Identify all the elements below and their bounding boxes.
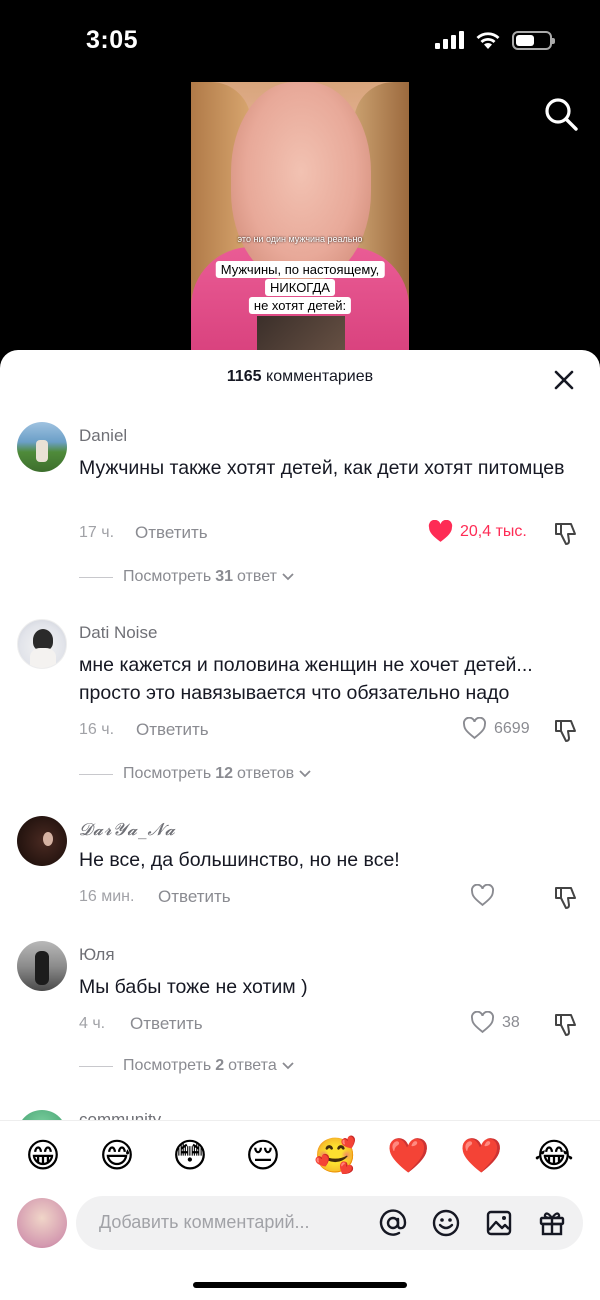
- like-count: 38: [502, 1013, 520, 1031]
- comment-composer: 😁 😅 😳 😔 🥰 ❤️ ❤️ 😂 Добавить комментарий..…: [0, 1120, 600, 1300]
- gift-icon[interactable]: [537, 1208, 567, 1238]
- heart-icon: [463, 717, 486, 740]
- emoji-button[interactable]: ❤️: [387, 1135, 429, 1177]
- dislike-icon[interactable]: [552, 883, 580, 911]
- heart-icon: [471, 884, 494, 907]
- comments-sheet: 1165 комментариев Daniel Мужчины также х…: [0, 350, 600, 1300]
- comment-input-placeholder: Добавить комментарий...: [99, 1212, 310, 1232]
- status-bar: 3:05: [0, 0, 600, 80]
- emoji-button[interactable]: 😅: [96, 1135, 138, 1177]
- chevron-down-icon: [282, 1062, 294, 1070]
- heart-icon: [471, 1011, 494, 1034]
- comment-text: Не все, да большинство, но не все!: [79, 849, 400, 871]
- comment-text: мне кажется и половина женщин не хочет д…: [79, 654, 533, 704]
- comment-time: 17 ч.: [79, 524, 115, 541]
- divider-line: [79, 576, 113, 578]
- divider-line: [79, 773, 113, 775]
- view-replies-button[interactable]: Посмотреть 12 ответов: [79, 765, 312, 783]
- comment-username[interactable]: Daniel: [79, 426, 127, 446]
- view-replies-suffix: ответов: [237, 765, 295, 782]
- like-count: 20,4 тыс.: [460, 522, 527, 540]
- comment-username[interactable]: Юля: [79, 945, 115, 965]
- comments-count-label: комментариев: [261, 368, 374, 385]
- view-replies-button[interactable]: Посмотреть 2 ответа: [79, 1057, 295, 1075]
- comment-input-row: Добавить комментарий...: [0, 1193, 600, 1253]
- view-replies-prefix: Посмотреть: [123, 568, 212, 585]
- like-button[interactable]: [470, 884, 502, 907]
- battery-icon: [512, 30, 555, 50]
- comment-username[interactable]: Dati Noise: [79, 623, 157, 643]
- close-icon[interactable]: [550, 366, 578, 394]
- comment-text: Мы бабы тоже не хотим ): [79, 976, 308, 998]
- chevron-down-icon: [282, 573, 294, 581]
- chevron-down-icon: [299, 770, 311, 778]
- emoji-button[interactable]: 😳: [169, 1135, 211, 1177]
- like-count: 6699: [494, 719, 530, 737]
- view-replies-count: 31: [215, 568, 233, 585]
- video-caption-line-3: не хотят детей:: [248, 297, 352, 314]
- search-icon[interactable]: [541, 94, 581, 134]
- comment-input[interactable]: Добавить комментарий...: [76, 1196, 583, 1250]
- heart-filled-icon: [428, 520, 453, 542]
- view-replies-count: 2: [215, 1057, 225, 1074]
- my-avatar[interactable]: [17, 1198, 67, 1248]
- emoji-quick-bar: 😁 😅 😳 😔 🥰 ❤️ ❤️ 😂: [0, 1135, 600, 1177]
- comment-time: 16 мин.: [79, 888, 135, 905]
- emoji-button[interactable]: ❤️: [460, 1135, 502, 1177]
- view-replies-suffix: ответа: [228, 1057, 277, 1074]
- view-replies-suffix: ответ: [237, 568, 277, 585]
- divider-line: [79, 1065, 113, 1067]
- mention-icon[interactable]: [378, 1208, 408, 1238]
- view-replies-prefix: Посмотреть: [123, 1057, 212, 1074]
- dislike-icon[interactable]: [552, 1010, 580, 1038]
- reply-button[interactable]: Ответить: [158, 887, 231, 907]
- comment-username[interactable]: 𝓓𝓪𝓻𝓨𝓪_𝓝𝓪: [79, 820, 176, 840]
- video-caption-line-1: Мужчины, по настоящему,: [215, 261, 385, 278]
- comment-text: Мужчины также хотят детей, как дети хотя…: [79, 457, 565, 479]
- like-button[interactable]: 38: [470, 1011, 520, 1034]
- comment-time: 4 ч.: [79, 1015, 106, 1032]
- video-face: [231, 82, 371, 282]
- comment-time: 16 ч.: [79, 721, 115, 738]
- comments-count: 1165: [226, 368, 262, 385]
- status-icons: [435, 30, 555, 50]
- dislike-icon[interactable]: [552, 519, 580, 547]
- video-caption-small: это ни один мужчина реально: [237, 234, 363, 244]
- video-preview[interactable]: это ни один мужчина реально Мужчины, по …: [191, 82, 409, 357]
- avatar[interactable]: [17, 941, 67, 991]
- emoji-button[interactable]: 😔: [242, 1135, 284, 1177]
- wifi-icon: [476, 32, 500, 49]
- cellular-signal-icon: [435, 31, 464, 49]
- video-caption-line-2: НИКОГДА: [265, 279, 335, 296]
- like-button[interactable]: 20,4 тыс.: [428, 520, 527, 543]
- avatar[interactable]: [17, 816, 67, 866]
- reply-button[interactable]: Ответить: [130, 1014, 203, 1034]
- reply-button[interactable]: Ответить: [136, 720, 209, 740]
- view-replies-button[interactable]: Посмотреть 31 ответ: [79, 568, 295, 586]
- view-replies-prefix: Посмотреть: [123, 765, 212, 782]
- status-time: 3:05: [86, 26, 139, 54]
- emoji-button[interactable]: 😁: [22, 1135, 64, 1177]
- emoji-button[interactable]: 😂: [533, 1135, 575, 1177]
- avatar[interactable]: [17, 422, 67, 472]
- emoji-button[interactable]: 🥰: [314, 1135, 356, 1177]
- view-replies-count: 12: [215, 765, 233, 782]
- image-icon[interactable]: [484, 1208, 514, 1238]
- comments-header: 1165 комментариев: [0, 368, 600, 392]
- reply-button[interactable]: Ответить: [135, 523, 208, 543]
- home-indicator: [193, 1282, 407, 1288]
- avatar[interactable]: [17, 619, 67, 669]
- emoji-icon[interactable]: [431, 1208, 461, 1238]
- like-button[interactable]: 6699: [462, 717, 530, 740]
- screen: 3:05 это ни один мужчина реально Мужчины…: [0, 0, 600, 1300]
- dislike-icon[interactable]: [552, 716, 580, 744]
